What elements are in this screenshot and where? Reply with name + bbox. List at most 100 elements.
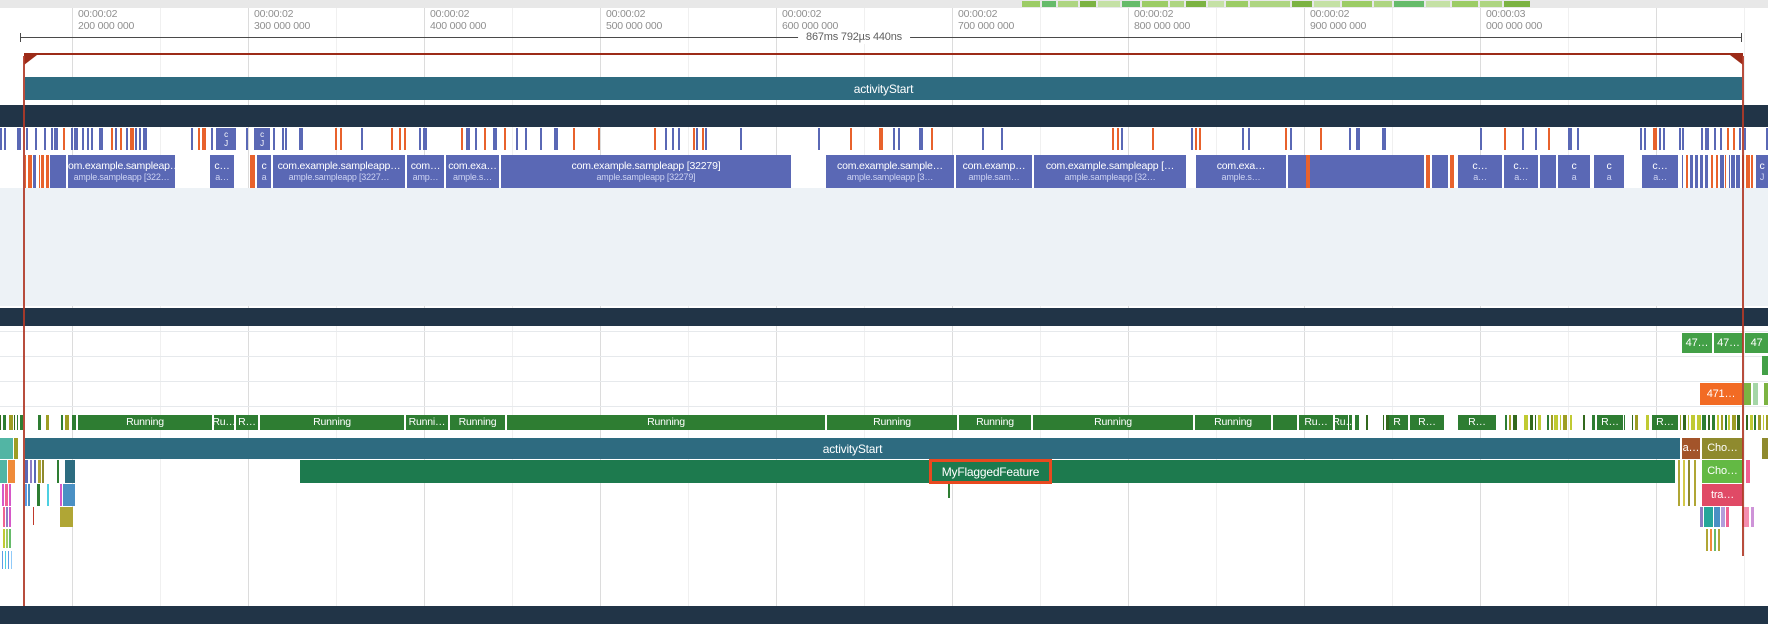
thread-state-tick[interactable] [1679,128,1681,150]
frame-slice[interactable] [1764,383,1768,405]
frame-slice[interactable] [1753,383,1758,405]
running-state-stripe[interactable] [1640,415,1643,430]
running-state-slice[interactable]: Running [959,415,1031,430]
running-state-stripe[interactable] [1754,415,1755,430]
slice[interactable] [42,460,44,483]
thread-state-tick[interactable] [1522,128,1524,150]
slice[interactable] [9,484,11,506]
running-state-stripe[interactable] [1763,415,1764,430]
slice[interactable] [14,438,18,459]
running-state-stripe[interactable] [1348,415,1349,430]
running-state-stripe[interactable] [1386,415,1389,430]
thread-state-tick[interactable] [423,128,427,150]
running-state-stripe[interactable] [1538,415,1541,430]
frame-slice[interactable]: 47… [1682,333,1712,353]
process-slice[interactable]: com.exa…ample.s… [446,155,499,188]
running-state-stripe[interactable] [61,415,64,430]
thread-state-tick[interactable] [335,128,337,150]
thread-state-tick[interactable] [893,128,895,150]
slice[interactable] [33,507,34,525]
thread-state-tick[interactable] [879,128,883,150]
running-state-slice[interactable]: Ru… [1335,415,1353,430]
thread-state-tick[interactable] [211,128,213,150]
running-state-stripe[interactable] [1624,415,1625,430]
thread-state-tick[interactable] [1577,128,1579,150]
thread-state-tick[interactable] [516,128,518,150]
thread-state-tick[interactable] [1248,128,1250,150]
thread-state-tick[interactable] [26,128,28,150]
choreographer-slice[interactable]: Cho… [1702,460,1743,483]
process-slice[interactable]: com.example.sampleapp […ample.sampleapp … [1034,155,1186,188]
process-slice-divider[interactable] [1306,155,1310,188]
thread-state-tick[interactable] [87,128,89,150]
cuj-marker-slice[interactable]: cJ [216,128,236,150]
running-state-stripe[interactable] [30,415,32,430]
process-slice[interactable]: com.exa…ample.s… [1196,155,1286,188]
process-slice-stripe[interactable] [1686,155,1689,188]
process-slice-stripe[interactable] [1736,155,1740,188]
slice[interactable] [9,507,11,527]
running-state-stripe[interactable] [3,415,6,430]
running-state-stripe[interactable] [1592,415,1595,430]
thread-state-tick[interactable] [475,128,477,150]
running-state-stripe[interactable] [1366,415,1368,430]
thread-state-tick[interactable] [1199,128,1201,150]
running-state-stripe[interactable] [1750,415,1753,430]
thread-state-tick[interactable] [202,128,206,150]
running-state-slice[interactable]: Running [78,415,212,430]
child-slice-tick[interactable] [948,484,950,498]
process-slice[interactable]: com.example.sampleapp [32279]ample.sampl… [501,155,791,188]
running-state-stripe[interactable] [51,415,53,430]
slice[interactable] [2,484,4,506]
running-state-slice[interactable]: R… [1652,415,1678,430]
flag-marker-left[interactable] [24,55,37,65]
slice[interactable] [0,460,7,483]
running-state-stripe[interactable] [1370,415,1374,430]
thread-state-tick[interactable] [191,128,193,150]
traversal-slice[interactable]: tra… [1702,484,1743,506]
thread-state-tick[interactable] [1714,128,1716,150]
thread-state-tick[interactable] [135,128,137,150]
running-state-stripe[interactable] [1499,415,1501,430]
process-slice[interactable]: c…a… [1504,155,1538,188]
thread-state-tick[interactable] [111,128,113,150]
frame-slice[interactable] [1744,383,1751,405]
running-state-slice[interactable]: R… [1597,415,1623,430]
process-slice-stripe[interactable] [1682,155,1683,188]
thread-state-tick[interactable] [99,128,103,150]
running-state-stripe[interactable] [65,415,69,430]
thread-state-tick[interactable] [678,128,680,150]
running-state-stripe[interactable] [1530,415,1533,430]
thread-state-tick[interactable] [1290,128,1292,150]
janky-frame-slice[interactable]: 471… [1700,383,1742,405]
slice[interactable] [60,484,62,506]
selected-slice-highlight[interactable]: MyFlaggedFeature [929,459,1052,484]
process-slice[interactable]: cJ [1756,155,1768,188]
thread-state-tick[interactable] [17,128,21,150]
thread-state-tick[interactable] [1744,128,1746,150]
running-state-stripe[interactable] [1570,415,1572,430]
slice[interactable] [25,484,27,506]
running-state-stripe[interactable] [38,415,41,430]
running-state-stripe[interactable] [42,415,43,430]
process-slice-stripe[interactable] [1695,155,1698,188]
thread-state-tick[interactable] [1152,128,1154,150]
thread-state-tick[interactable] [573,128,575,150]
thread-state-tick[interactable] [1349,128,1351,150]
thread-state-tick[interactable] [4,128,6,150]
process-slice-stripe[interactable] [1700,155,1703,188]
thread-state-tick[interactable] [696,128,698,150]
thread-state-tick[interactable] [63,128,65,150]
slice[interactable]: a… [1682,438,1700,459]
process-slice[interactable]: ca [1558,155,1590,188]
process-slice[interactable]: com.example.sampleapp…ample.sampleapp [3… [273,155,405,188]
thread-state-tick[interactable] [1242,128,1244,150]
slice[interactable] [8,460,15,483]
cuj-marker-slice[interactable]: cJ [254,128,270,150]
running-state-slice[interactable]: Running [450,415,505,430]
slice[interactable] [8,551,9,569]
slice[interactable] [6,507,8,527]
choreographer-slice[interactable]: Cho… [1702,438,1743,459]
process-slice-stripe[interactable] [25,155,26,188]
running-state-stripe[interactable] [1497,415,1498,430]
